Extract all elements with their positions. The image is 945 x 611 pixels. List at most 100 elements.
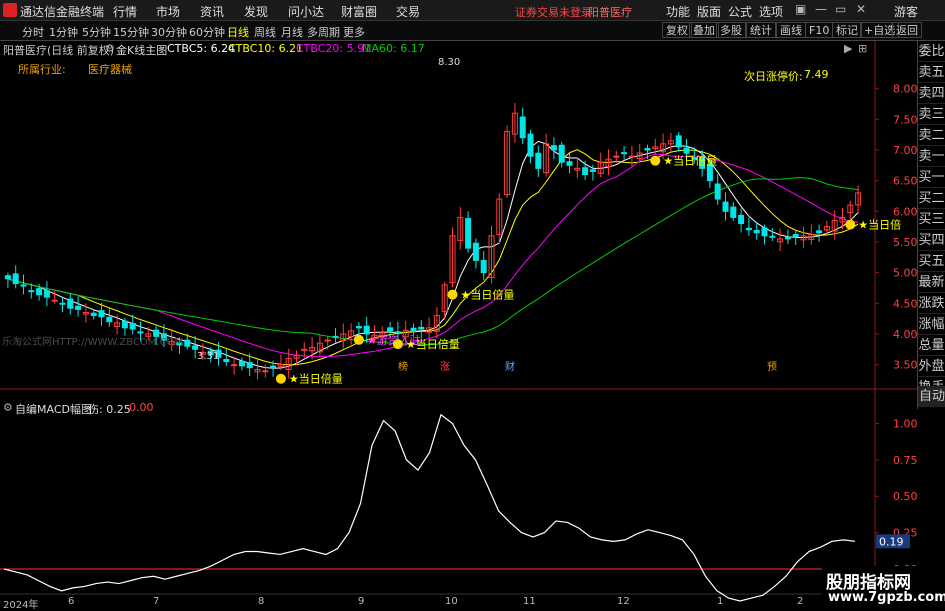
minimize-icon[interactable]: —	[815, 2, 827, 16]
date-tick: 2	[797, 596, 804, 607]
period-tab[interactable]: 多周期	[307, 24, 340, 40]
candle-body	[410, 327, 417, 332]
industry-label: 所属行业:	[18, 63, 66, 76]
toolbar-button[interactable]: 统计	[746, 22, 776, 38]
indicator-name[interactable]: 金K线主图	[116, 42, 167, 58]
menu-function[interactable]: 功能	[666, 3, 690, 20]
period-tab[interactable]: 月线	[281, 24, 303, 40]
period-tab[interactable]: 周线	[254, 24, 276, 40]
auto-button[interactable]: 自动	[918, 386, 945, 407]
date-tick: 12	[617, 596, 630, 607]
candle-body	[730, 206, 737, 218]
settings-icon[interactable]: ⚙	[3, 401, 13, 414]
candle-body	[20, 284, 27, 287]
menu-layout[interactable]: 版面	[697, 3, 721, 20]
candle-body	[792, 234, 799, 238]
menu-discover[interactable]: 发现	[244, 3, 268, 20]
menu-ask[interactable]: 问小达	[288, 3, 324, 20]
stock-link[interactable]: 阳普医疗	[588, 4, 632, 20]
panel-item[interactable]: 卖三	[918, 104, 945, 125]
candle-body	[613, 155, 620, 158]
industry-value: 医疗器械	[88, 63, 132, 76]
close-icon[interactable]: ✕	[856, 2, 866, 16]
sub-indicator-value: 0.00	[129, 401, 154, 414]
candle-body	[465, 218, 472, 249]
panel-item[interactable]: 外盘	[918, 356, 945, 377]
panel-item[interactable]: 买一	[918, 167, 945, 188]
candle-body	[67, 298, 74, 309]
panel-item[interactable]: 总量	[918, 335, 945, 356]
toolbar-button[interactable]: 返回	[892, 22, 922, 38]
candle-body	[745, 227, 752, 231]
candle-body	[121, 320, 128, 329]
panel-item[interactable]: 卖一	[918, 146, 945, 167]
candle-body	[644, 148, 651, 151]
menu-formula[interactable]: 公式	[728, 3, 752, 20]
panel-item[interactable]: 涨幅	[918, 314, 945, 335]
event-marker: 财	[505, 360, 515, 373]
period-tab[interactable]: 分时	[22, 24, 44, 40]
y-tick-label: 7.50	[893, 113, 917, 126]
candle-body	[519, 116, 526, 139]
stock-name: 阳普医疗(日线 前复权)	[3, 44, 115, 57]
menu-wealth[interactable]: 财富圈	[341, 3, 377, 20]
signal-label: ★当日倍量	[406, 337, 460, 351]
panel-item[interactable]: 买四	[918, 230, 945, 251]
settings-icon[interactable]: ⚙	[105, 42, 115, 55]
limit-up-value: 7.49	[804, 68, 829, 81]
toolbar-button[interactable]: 标记	[832, 22, 862, 38]
candle-body	[59, 302, 66, 305]
period-tab-active[interactable]: 日线	[227, 24, 249, 40]
toolbar-button[interactable]: 叠加	[689, 22, 719, 38]
panel-item[interactable]: 买三	[918, 209, 945, 230]
candle-body	[28, 290, 35, 293]
panel-item[interactable]: 买二	[918, 188, 945, 209]
chart-canvas[interactable]: 3.50 4.00 4.50 5.00 5.50 6.00 6.50 7.00 7.50 8.00…	[0, 41, 917, 609]
period-tab[interactable]: 15分钟	[113, 24, 149, 40]
signal-label: ★当日倍量	[663, 154, 717, 168]
date-tick: 8	[258, 596, 265, 607]
toolbar-button[interactable]: 画线	[776, 22, 806, 38]
panel-item[interactable]: 最新	[918, 272, 945, 293]
restore-icon[interactable]: ▭	[835, 2, 846, 16]
menu-quotes[interactable]: 行情	[113, 3, 137, 20]
y-tick-label: 6.00	[893, 205, 917, 218]
period-tab[interactable]: 60分钟	[189, 24, 225, 40]
toolbar-button[interactable]: 复权	[662, 22, 692, 38]
current-value-label: 0.19	[879, 535, 904, 548]
login-notice[interactable]: 证券交易未登录	[515, 4, 592, 20]
panel-item[interactable]: 委比	[918, 41, 945, 62]
period-tab[interactable]: 30分钟	[151, 24, 187, 40]
candle-body	[589, 169, 596, 172]
menu-trade[interactable]: 交易	[396, 3, 420, 20]
expand-icon[interactable]: ⊞	[858, 42, 867, 55]
panel-item[interactable]: 涨跌	[918, 293, 945, 314]
menu-news[interactable]: 资讯	[200, 3, 224, 20]
date-tick: 10	[445, 596, 458, 607]
period-tab[interactable]: 5分钟	[82, 24, 111, 40]
toolbar-button[interactable]: 多股	[716, 22, 746, 38]
sub-indicator-param: 伤: 0.25	[88, 403, 131, 416]
period-tab[interactable]: 1分钟	[49, 24, 78, 40]
guest-login[interactable]: 游客	[894, 3, 918, 20]
candle-body	[621, 152, 628, 155]
panel-item[interactable]: 卖五	[918, 62, 945, 83]
scroll-right-icon[interactable]: ▶	[844, 42, 852, 55]
candle-body	[223, 358, 230, 363]
period-more[interactable]: 更多	[343, 24, 365, 40]
panel-item[interactable]: 卖四	[918, 83, 945, 104]
panel-item[interactable]: 买五	[918, 251, 945, 272]
signal-label: ★当日倍量	[461, 288, 515, 302]
window-icon[interactable]: ▣	[795, 2, 806, 16]
toolbar-button[interactable]: F10	[805, 22, 834, 38]
osc-line	[3, 413, 856, 602]
y-tick-label: 3.50	[893, 359, 917, 372]
candle-body	[784, 236, 791, 240]
event-marker: 涨	[440, 361, 450, 373]
menu-options[interactable]: 选项	[759, 3, 783, 20]
menu-market[interactable]: 市场	[156, 3, 180, 20]
panel-item[interactable]: 卖二	[918, 125, 945, 146]
sub-indicator-name[interactable]: 自编MACD幅图	[15, 401, 92, 417]
candle-body	[363, 325, 370, 335]
date-tick: 11	[523, 596, 536, 607]
